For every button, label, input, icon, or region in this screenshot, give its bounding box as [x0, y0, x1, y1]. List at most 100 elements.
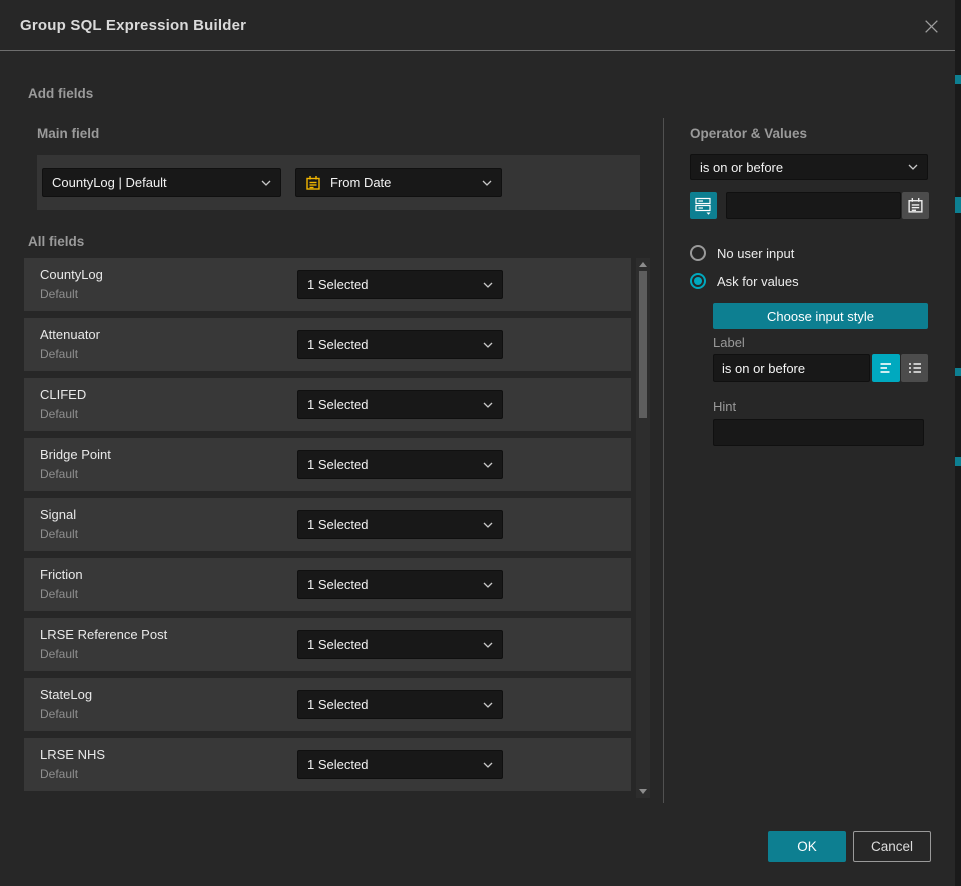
- chevron-down-icon: [908, 164, 918, 170]
- choose-input-style-button[interactable]: Choose input style: [713, 303, 928, 329]
- field-selected-dropdown[interactable]: 1 Selected: [297, 450, 503, 479]
- background-app-fragment: [955, 457, 961, 466]
- field-selected-dropdown[interactable]: 1 Selected: [297, 390, 503, 419]
- label-caption: Label: [713, 335, 745, 350]
- chevron-down-icon: [483, 402, 493, 408]
- fields-scrollbar[interactable]: [636, 258, 650, 798]
- radio-ask-for-values-label: Ask for values: [717, 274, 799, 289]
- label-input[interactable]: [713, 354, 870, 382]
- field-subtitle: Default: [40, 647, 78, 661]
- single-value-style-button[interactable]: [872, 354, 900, 382]
- date-value-input[interactable]: [726, 192, 901, 219]
- background-app-fragment: [955, 197, 961, 213]
- field-selected-count: 1 Selected: [307, 517, 368, 532]
- chevron-down-icon: [483, 462, 493, 468]
- dialog-titlebar: Group SQL Expression Builder: [0, 0, 955, 51]
- field-selected-count: 1 Selected: [307, 337, 368, 352]
- radio-no-user-input-label: No user input: [717, 246, 794, 261]
- field-name: LRSE NHS: [40, 747, 105, 762]
- scrollbar-thumb[interactable]: [639, 271, 647, 418]
- field-subtitle: Default: [40, 527, 78, 541]
- chevron-down-icon: [483, 342, 493, 348]
- field-subtitle: Default: [40, 467, 78, 481]
- field-selected-dropdown[interactable]: 1 Selected: [297, 330, 503, 359]
- scroll-down-icon[interactable]: [639, 789, 647, 794]
- field-row: LRSE NHS Default 1 Selected: [24, 738, 631, 791]
- operator-dropdown[interactable]: is on or before: [690, 154, 928, 180]
- background-app-fragment: [955, 75, 961, 84]
- field-selected-dropdown[interactable]: 1 Selected: [297, 270, 503, 299]
- field-row: StateLog Default 1 Selected: [24, 678, 631, 731]
- main-layer-dropdown[interactable]: CountyLog | Default: [42, 168, 281, 197]
- field-row: CLIFED Default 1 Selected: [24, 378, 631, 431]
- field-subtitle: Default: [40, 707, 78, 721]
- field-selected-dropdown[interactable]: 1 Selected: [297, 630, 503, 659]
- hint-input[interactable]: [713, 419, 924, 446]
- close-icon: [923, 18, 940, 35]
- close-button[interactable]: [917, 12, 945, 40]
- radio-ask-for-values[interactable]: Ask for values: [690, 273, 799, 289]
- field-name: CLIFED: [40, 387, 86, 402]
- cancel-button[interactable]: Cancel: [853, 831, 931, 862]
- field-name: Bridge Point: [40, 447, 111, 462]
- main-field-dropdown[interactable]: From Date: [295, 168, 502, 197]
- field-subtitle: Default: [40, 287, 78, 301]
- field-name: Attenuator: [40, 327, 100, 342]
- chevron-down-icon: [261, 180, 271, 186]
- field-row: CountyLog Default 1 Selected: [24, 258, 631, 311]
- stacked-values-icon: [694, 196, 713, 215]
- chevron-down-icon: [483, 762, 493, 768]
- radio-selected-icon: [690, 273, 706, 289]
- field-row: Bridge Point Default 1 Selected: [24, 438, 631, 491]
- main-field-panel: CountyLog | Default From Date: [37, 155, 640, 210]
- chevron-down-icon: [482, 180, 492, 186]
- radio-unselected-icon: [690, 245, 706, 261]
- radio-no-user-input[interactable]: No user input: [690, 245, 794, 261]
- calendar-icon: [305, 175, 321, 191]
- field-selected-count: 1 Selected: [307, 577, 368, 592]
- field-name: Signal: [40, 507, 76, 522]
- field-name: Friction: [40, 567, 83, 582]
- operator-values-heading: Operator & Values: [690, 126, 807, 141]
- field-selected-count: 1 Selected: [307, 457, 368, 472]
- field-name: StateLog: [40, 687, 92, 702]
- dialog-title: Group SQL Expression Builder: [20, 17, 246, 34]
- field-name: LRSE Reference Post: [40, 627, 167, 642]
- field-subtitle: Default: [40, 587, 78, 601]
- field-row: LRSE Reference Post Default 1 Selected: [24, 618, 631, 671]
- field-selected-dropdown[interactable]: 1 Selected: [297, 510, 503, 539]
- field-selected-count: 1 Selected: [307, 397, 368, 412]
- field-selected-count: 1 Selected: [307, 757, 368, 772]
- operator-dropdown-value: is on or before: [700, 160, 783, 175]
- field-subtitle: Default: [40, 767, 78, 781]
- field-subtitle: Default: [40, 347, 78, 361]
- scroll-up-icon[interactable]: [639, 262, 647, 267]
- date-picker-button[interactable]: [902, 192, 929, 219]
- field-selected-dropdown[interactable]: 1 Selected: [297, 750, 503, 779]
- all-fields-label: All fields: [28, 234, 84, 249]
- group-sql-expression-builder-dialog: Group SQL Expression Builder Add fields …: [0, 0, 955, 886]
- ok-button[interactable]: OK: [768, 831, 846, 862]
- list-value-style-button[interactable]: [901, 354, 928, 382]
- chevron-down-icon: [483, 642, 493, 648]
- field-selected-count: 1 Selected: [307, 277, 368, 292]
- panel-divider: [663, 118, 664, 803]
- field-name: CountyLog: [40, 267, 103, 282]
- add-fields-heading: Add fields: [28, 86, 93, 101]
- main-layer-dropdown-value: CountyLog | Default: [52, 175, 167, 190]
- background-app-fragment: [955, 368, 961, 376]
- chevron-down-icon: [483, 282, 493, 288]
- all-fields-list: CountyLog Default 1 Selected Attenuator …: [24, 258, 631, 798]
- main-field-dropdown-value: From Date: [330, 175, 391, 190]
- field-selected-count: 1 Selected: [307, 697, 368, 712]
- main-field-label: Main field: [37, 126, 99, 141]
- field-selected-dropdown[interactable]: 1 Selected: [297, 570, 503, 599]
- hint-caption: Hint: [713, 399, 736, 414]
- value-input-type-button[interactable]: [690, 192, 717, 219]
- background-app-strip: [955, 0, 961, 886]
- bulleted-list-icon: [907, 360, 923, 376]
- field-selected-dropdown[interactable]: 1 Selected: [297, 690, 503, 719]
- chevron-down-icon: [483, 522, 493, 528]
- field-selected-count: 1 Selected: [307, 637, 368, 652]
- field-subtitle: Default: [40, 407, 78, 421]
